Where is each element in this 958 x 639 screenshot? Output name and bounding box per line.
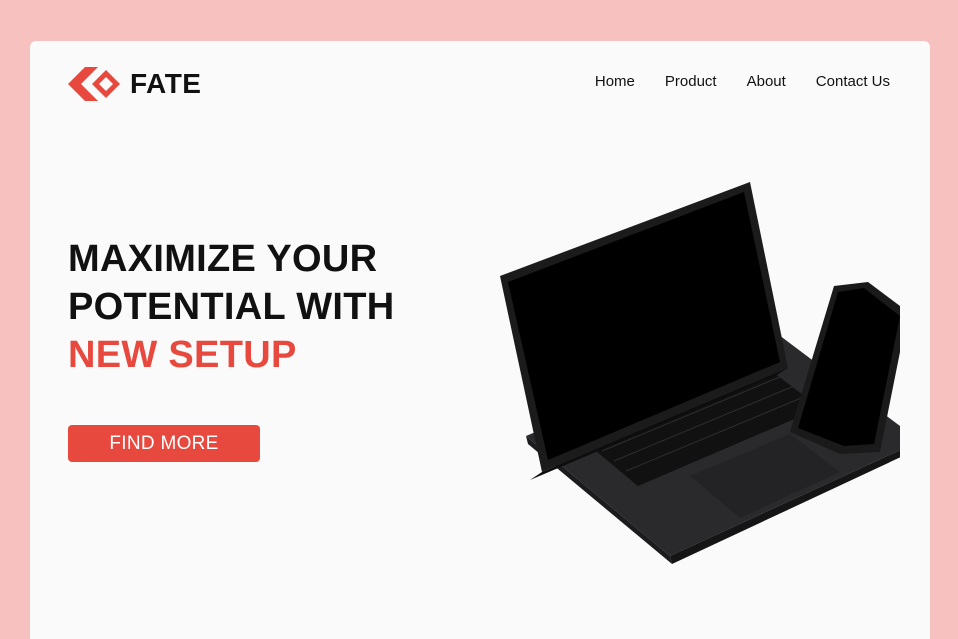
hero-title-line-2: POTENTIAL WITH: [68, 286, 395, 328]
nav-contact-link[interactable]: Contact Us: [816, 73, 890, 90]
nav-home-link[interactable]: Home: [595, 73, 635, 90]
brand-name: FATE: [130, 68, 202, 99]
hero-title: MAXIMIZE YOUR POTENTIAL WITH NEW SETUP: [68, 235, 394, 379]
brand-logo[interactable]: FATE: [68, 65, 201, 103]
hero-title-line-3: NEW SETUP: [68, 334, 297, 376]
diamond-arrows-logo-icon: [68, 67, 120, 101]
top-navigation: Home Product About Contact Us: [595, 73, 890, 90]
hero-title-line-1: MAXIMIZE YOUR: [68, 238, 378, 280]
laptop-and-phone-illustration: [500, 182, 900, 564]
nav-about-link[interactable]: About: [747, 73, 786, 90]
nav-product-link[interactable]: Product: [665, 73, 717, 90]
landing-card: FATE Home Product About Contact Us MAXIM…: [30, 41, 930, 639]
find-more-button[interactable]: FIND MORE: [68, 425, 260, 462]
